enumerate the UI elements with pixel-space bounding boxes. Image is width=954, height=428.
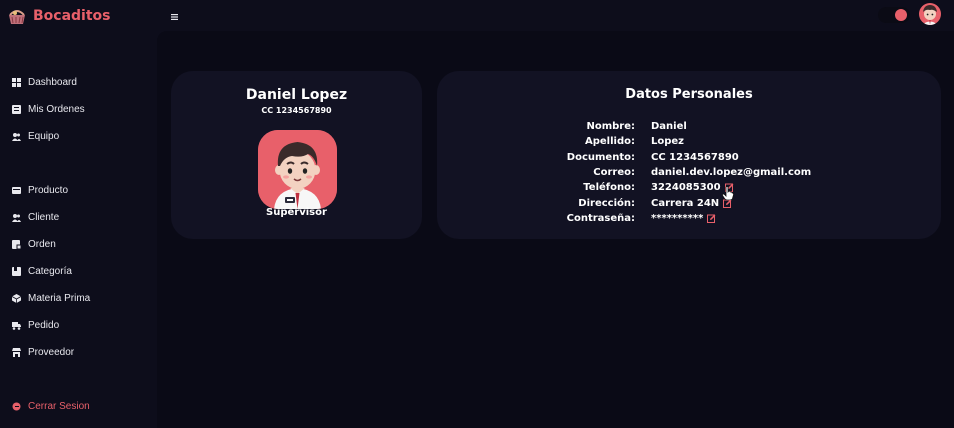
profile-role: Supervisor (266, 207, 327, 218)
sidebar-item-cliente[interactable]: Cliente (12, 212, 59, 223)
logout-label: Cerrar Sesion (28, 401, 90, 412)
field-contrasena: Contraseña: ********** (437, 211, 716, 225)
field-label: Teléfono: (583, 181, 635, 193)
sidebar-item-proveedor[interactable]: Proveedor (12, 347, 74, 358)
field-value: 3224085300 (651, 181, 721, 193)
profile-card: Daniel Lopez CC 1234567890 Supervisor (171, 71, 422, 239)
sidebar-item-orden[interactable]: Orden (12, 239, 56, 250)
team-icon (12, 132, 21, 141)
sidebar: Bocaditos Dashboard Mis Ordenes Equipo P… (0, 0, 157, 428)
field-nombre: Nombre: Daniel (437, 119, 687, 133)
menu-toggle-icon[interactable] (170, 9, 180, 20)
field-value: Daniel (651, 120, 687, 132)
profile-document: CC 1234567890 (261, 106, 332, 115)
field-label: Correo: (593, 166, 635, 178)
field-value: CC 1234567890 (651, 151, 739, 163)
field-label: Documento: (566, 151, 635, 163)
sidebar-item-mis-ordenes[interactable]: Mis Ordenes (12, 104, 85, 115)
orders-icon (12, 105, 21, 114)
order-icon (12, 240, 21, 249)
profile-name: Daniel Lopez (245, 87, 348, 103)
edit-phone-icon[interactable] (724, 183, 734, 192)
toggle-knob (895, 9, 907, 21)
raw-material-icon (12, 294, 21, 303)
profile-avatar (258, 130, 337, 209)
sidebar-item-pedido[interactable]: Pedido (12, 320, 59, 331)
store-icon (12, 348, 21, 357)
sidebar-item-label: Pedido (28, 320, 60, 331)
sidebar-item-equipo[interactable]: Equipo (12, 131, 59, 142)
brand[interactable]: Bocaditos (6, 3, 111, 29)
sidebar-item-label: Materia Prima (28, 293, 91, 304)
field-apellido: Apellido: Lopez (437, 134, 684, 148)
field-label: Nombre: (586, 120, 635, 132)
dashboard-icon (12, 78, 21, 87)
sidebar-item-label: Orden (28, 239, 56, 250)
field-label: Apellido: (585, 135, 635, 147)
field-value: Carrera 24N (651, 197, 720, 209)
edit-password-icon[interactable] (707, 214, 716, 223)
sidebar-item-categoria[interactable]: Categoría (12, 266, 72, 277)
field-direccion: Dirección: Carrera 24N (437, 196, 732, 210)
field-correo: Correo: daniel.dev.lopez@gmail.com (437, 165, 811, 179)
theme-toggle[interactable] (878, 7, 910, 23)
basket-logo-icon (6, 5, 28, 27)
sidebar-item-dashboard[interactable]: Dashboard (12, 77, 77, 88)
field-value: Lopez (651, 135, 685, 147)
sidebar-item-label: Categoría (28, 266, 72, 277)
field-documento: Documento: CC 1234567890 (437, 150, 739, 164)
brand-name: Bocaditos (33, 8, 111, 24)
field-value: ********** (651, 212, 704, 224)
personal-data-card: Datos Personales Nombre: Daniel Apellido… (437, 71, 941, 239)
product-icon (12, 186, 21, 195)
sidebar-item-materia-prima[interactable]: Materia Prima (12, 293, 90, 304)
sidebar-item-label: Cliente (28, 212, 60, 223)
sidebar-item-label: Mis Ordenes (28, 104, 85, 115)
personal-data-title: Datos Personales (625, 87, 753, 102)
logout-icon (12, 402, 21, 411)
user-avatar[interactable] (919, 3, 941, 25)
sidebar-item-label: Dashboard (28, 77, 77, 88)
field-label: Contraseña: (566, 212, 635, 224)
logout-button[interactable]: Cerrar Sesion (12, 401, 90, 412)
field-value: daniel.dev.lopez@gmail.com (651, 166, 812, 178)
sidebar-item-label: Proveedor (28, 347, 75, 358)
category-icon (12, 267, 21, 276)
sidebar-item-label: Producto (28, 185, 69, 196)
field-telefono: Teléfono: 3224085300 (437, 180, 734, 194)
field-label: Dirección: (578, 197, 635, 209)
main-content: Daniel Lopez CC 1234567890 Supervisor Da… (157, 31, 954, 428)
truck-icon (12, 321, 21, 330)
sidebar-item-producto[interactable]: Producto (12, 185, 68, 196)
sidebar-item-label: Equipo (28, 131, 60, 142)
edit-address-icon[interactable] (723, 199, 732, 208)
client-icon (12, 213, 21, 222)
